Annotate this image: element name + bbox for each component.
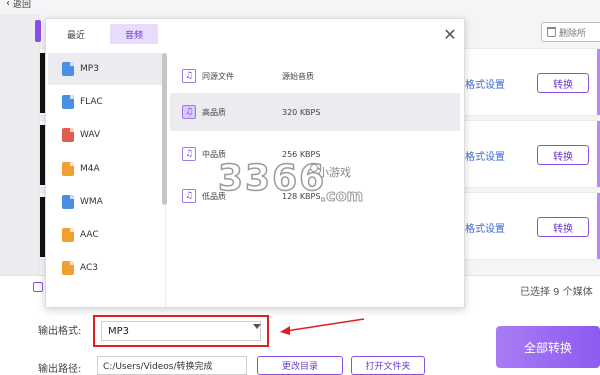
music-note-icon: ♫ (182, 105, 196, 119)
top-bar: ‹ 返回 (0, 0, 600, 14)
format-item-mp3[interactable]: MP3 (48, 53, 166, 85)
format-label: MP3 (80, 64, 99, 74)
format-list-scrollbar[interactable] (162, 53, 167, 205)
format-item-ac3[interactable]: AC3 (48, 252, 166, 284)
quality-item[interactable]: ♫ 高品质 320 KBPS (170, 93, 460, 131)
file-icon (62, 95, 74, 109)
format-label: M4A (80, 164, 100, 174)
delete-all-label: 删除所 (559, 28, 587, 39)
tab-audio[interactable]: 音频 (110, 24, 158, 44)
format-settings-link[interactable]: 格式设置 (465, 148, 505, 163)
convert-button[interactable]: 转换 (537, 217, 589, 237)
selected-count: 已选择 9 个媒体 (520, 287, 593, 298)
watermark: 3366 小游戏 .com (217, 157, 378, 214)
convert-button[interactable]: 转换 (537, 73, 589, 93)
popup-tabs: 最近 音频 (46, 19, 166, 49)
file-icon (62, 228, 74, 242)
delete-all-button[interactable]: 删除所 (541, 22, 600, 42)
chevron-left-icon: ‹ (6, 0, 10, 9)
convert-all-button[interactable]: 全部转换 (496, 326, 600, 368)
watermark-text: 小游戏 (318, 166, 351, 179)
tab-recent[interactable]: 最近 (56, 24, 96, 44)
output-path-value: C:/Users/Videos/转换完成 (103, 362, 213, 372)
back-button[interactable]: ‹ 返回 (6, 0, 31, 10)
caret-down-icon (253, 324, 261, 329)
format-settings-link[interactable]: 格式设置 (465, 220, 505, 235)
watermark-badge-icon (310, 164, 318, 172)
quality-rate: 源始音质 (282, 71, 314, 81)
convert-button[interactable]: 转换 (537, 145, 589, 165)
format-item-wma[interactable]: WMA (48, 186, 166, 218)
format-settings-link[interactable]: 格式设置 (465, 76, 505, 91)
file-icon (62, 261, 74, 275)
format-list: MP3 FLAC WAV M4A WMA AAC AC3 (48, 53, 166, 307)
format-item-aac[interactable]: AAC (48, 219, 166, 251)
watermark-number: 3366 (217, 157, 327, 200)
format-label: AAC (80, 230, 99, 240)
file-icon (62, 162, 74, 176)
format-label: WAV (80, 130, 101, 140)
file-icon (62, 62, 74, 76)
output-format-value: MP3 (108, 325, 130, 337)
open-folder-button[interactable]: 打开文件夹 (351, 356, 425, 375)
quality-name: 同源文件 (202, 71, 234, 81)
output-path-label: 输出路径: (38, 364, 82, 375)
back-label: 返回 (13, 0, 32, 10)
select-all-checkbox[interactable] (33, 282, 43, 292)
annotation-arrow (280, 318, 365, 335)
format-label: WMA (80, 197, 103, 207)
quality-name: 高品质 (202, 107, 226, 117)
watermark-domain: .com (319, 186, 364, 206)
file-icon (62, 195, 74, 209)
format-label: AC3 (80, 263, 99, 273)
quality-item[interactable]: ♫ 同源文件 源始音质 (170, 57, 460, 95)
quality-rate: 320 KBPS (282, 107, 321, 117)
music-note-icon: ♫ (182, 69, 196, 83)
close-icon[interactable]: ✕ (442, 27, 458, 43)
app-window: ‹ 返回 删除所 格式设置 转换 格式设置 转换 格式设置 转换 已选择 9 个… (0, 0, 600, 375)
format-item-m4a[interactable]: M4A (48, 153, 166, 185)
format-item-wav[interactable]: WAV (48, 119, 166, 151)
active-indicator (35, 20, 41, 42)
format-item-flac[interactable]: FLAC (48, 86, 166, 118)
output-format-highlight: MP3 (93, 315, 269, 347)
output-format-select[interactable]: MP3 (101, 321, 261, 341)
change-directory-button[interactable]: 更改目录 (257, 356, 343, 375)
file-icon (62, 128, 74, 142)
left-panel (0, 14, 40, 284)
output-path-input[interactable]: C:/Users/Videos/转换完成 (97, 356, 247, 375)
music-note-icon: ♫ (182, 189, 196, 203)
format-label: FLAC (80, 97, 103, 107)
output-format-label: 输出格式: (38, 326, 82, 337)
music-note-icon: ♫ (182, 147, 196, 161)
trash-icon (547, 27, 556, 37)
